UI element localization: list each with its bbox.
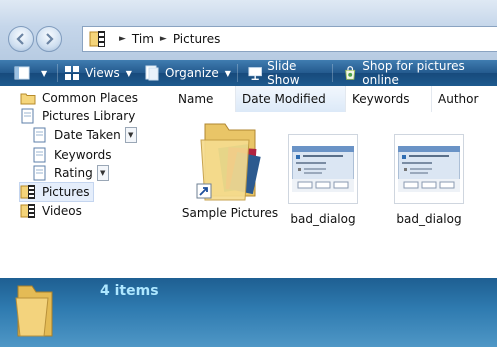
file-item[interactable]: bad_dialog: [391, 134, 467, 226]
title-bar: ► Tim ► Pictures: [0, 0, 497, 60]
column-keywords[interactable]: Keywords: [346, 86, 432, 112]
shop-online-label: Shop for pictures online: [362, 59, 465, 87]
nav-common-places[interactable]: Common Places: [20, 89, 138, 107]
breadcrumb-pictures[interactable]: Pictures: [173, 32, 221, 46]
organize-label: Organize: [164, 66, 219, 80]
shop-online-button[interactable]: Shop for pictures online: [333, 59, 497, 87]
nav-keywords-label: Keywords: [54, 148, 112, 162]
date-taken-dropdown-button[interactable]: ▼: [124, 127, 137, 143]
views-button[interactable]: Views ▼: [58, 60, 138, 86]
file-item[interactable]: bad_dialog: [285, 134, 361, 226]
nav-videos[interactable]: Videos: [20, 202, 82, 220]
nav-pictures-library-label: Pictures Library: [42, 109, 136, 123]
nav-date-taken-label: Date Taken: [54, 128, 121, 142]
views-label: Views: [85, 66, 120, 80]
organize-button[interactable]: Organize ▼: [138, 60, 237, 86]
rating-dropdown-button[interactable]: ▼: [96, 165, 109, 181]
explorer-window: ► Tim ► Pictures ▼ Views ▼ Organize ▼ Sl…: [0, 0, 497, 347]
file-item[interactable]: Sample Pictures: [182, 118, 278, 220]
column-date-modified[interactable]: Date Modified: [236, 86, 346, 112]
film-folder-icon: [20, 185, 35, 199]
command-toolbar: ▼ Views ▼ Organize ▼ Slide Show Shop for…: [0, 59, 497, 87]
image-thumbnail: [394, 134, 464, 204]
breadcrumb-tim[interactable]: Tim: [132, 32, 154, 46]
film-folder-icon: [20, 204, 35, 218]
search-folder-icon: [33, 127, 46, 143]
slideshow-button[interactable]: Slide Show: [238, 59, 332, 87]
organize-icon: [145, 65, 159, 81]
nav-pictures[interactable]: Pictures: [19, 182, 94, 202]
forward-button[interactable]: [36, 26, 62, 52]
nav-rating[interactable]: Rating ▼: [32, 164, 109, 182]
image-thumbnail: [288, 134, 358, 204]
slideshow-label: Slide Show: [267, 59, 300, 87]
breadcrumb-separator: ►: [119, 34, 126, 44]
address-bar[interactable]: ► Tim ► Pictures: [82, 26, 497, 52]
nav-rating-label: Rating: [54, 166, 93, 180]
file-name: bad_dialog: [290, 212, 356, 226]
dialog-thumbnail-image: [292, 146, 354, 192]
nav-pictures-library[interactable]: Pictures Library: [20, 107, 135, 125]
layout-icon: [14, 66, 30, 80]
item-count: 4 items: [100, 283, 159, 299]
dialog-thumbnail-image: [398, 146, 460, 192]
shop-bag-icon: [345, 66, 356, 80]
breadcrumb-separator: ►: [159, 34, 167, 44]
details-pane: 4 items: [0, 278, 497, 347]
column-author[interactable]: Author: [432, 86, 497, 112]
nav-videos-label: Videos: [42, 204, 82, 218]
folder-icon: [15, 285, 53, 337]
folder-icon: [20, 93, 36, 105]
views-icon: [65, 66, 80, 80]
dropdown-arrow-icon: ▼: [224, 68, 231, 78]
back-arrow-icon: [16, 33, 24, 45]
slideshow-icon: [248, 67, 262, 80]
forward-arrow-icon: [46, 33, 54, 45]
search-folder-icon: [33, 147, 46, 163]
nav-common-places-label: Common Places: [42, 91, 139, 105]
column-name[interactable]: Name: [172, 86, 236, 112]
nav-pictures-label: Pictures: [42, 185, 90, 199]
file-name: bad_dialog: [396, 212, 462, 226]
layout-button[interactable]: ▼: [0, 60, 57, 86]
search-folder-icon: [33, 165, 46, 181]
dropdown-arrow-icon: ▼: [125, 68, 132, 78]
file-list: Sample Pictures bad_dialog bad_dialog: [172, 112, 497, 278]
navigation-pane: Common Places Pictures Library Date Take…: [0, 86, 173, 278]
column-header-row: Name Date Modified Keywords Author: [172, 86, 497, 113]
nav-keywords[interactable]: Keywords: [32, 146, 112, 164]
back-button[interactable]: [8, 26, 34, 52]
file-name: Sample Pictures: [181, 206, 279, 220]
film-folder-icon: [89, 31, 105, 47]
search-folder-icon: [21, 108, 34, 124]
dropdown-arrow-icon: ▼: [41, 68, 48, 78]
folder-shortcut-icon: [196, 123, 261, 201]
nav-date-taken[interactable]: Date Taken ▼: [32, 126, 137, 144]
